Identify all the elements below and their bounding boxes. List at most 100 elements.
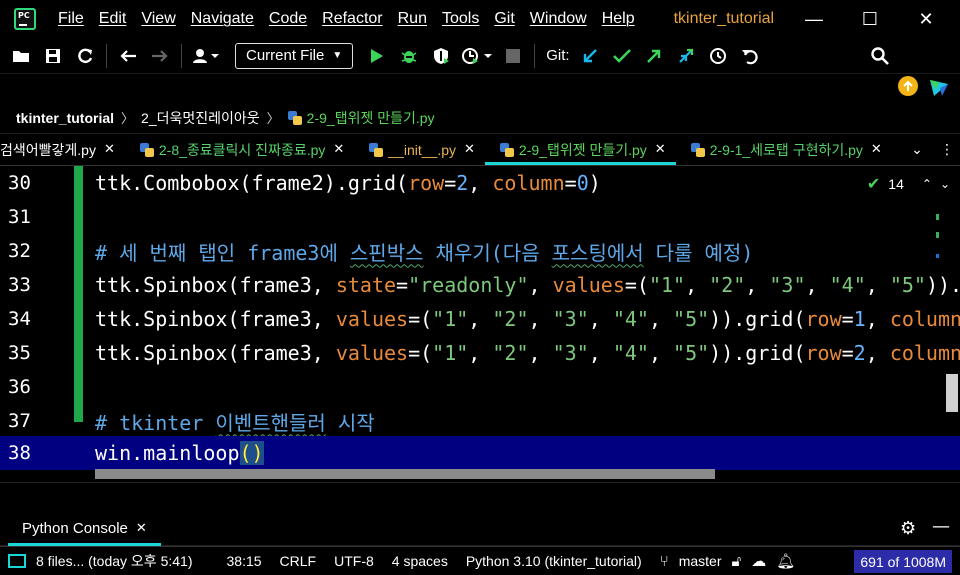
- status-caret-position[interactable]: 38:15: [227, 553, 262, 569]
- tab-label: __init__.py: [388, 141, 457, 158]
- menu-file[interactable]: File: [58, 10, 84, 28]
- lock-icon[interactable]: 🔓︎: [732, 552, 742, 570]
- minimize-button[interactable]: —: [800, 6, 828, 32]
- code-text: # tkinter 이벤트핸들러 시작: [95, 410, 375, 435]
- code-text: win.mainloop(): [95, 441, 264, 465]
- close-window-button[interactable]: ✕: [912, 6, 940, 32]
- menu-help[interactable]: Help: [602, 10, 635, 28]
- status-line-separator[interactable]: CRLF: [280, 553, 317, 569]
- user-icon[interactable]: [192, 45, 222, 67]
- horizontal-scrollbar[interactable]: [95, 469, 715, 479]
- tab-2-8[interactable]: 2-8_종료클릭시 진짜종료.py ✕: [125, 134, 354, 165]
- title-bar: File Edit View Navigate Code Refactor Ru…: [0, 0, 960, 38]
- status-git-branch[interactable]: master: [679, 553, 722, 569]
- menu-view[interactable]: View: [141, 10, 175, 28]
- python-file-icon: [499, 142, 515, 158]
- code-line-current: 38 win.mainloop(): [0, 436, 960, 470]
- toolbar-divider: [106, 43, 107, 68]
- code-line: 36: [0, 370, 960, 404]
- run-configuration-dropdown[interactable]: Current File ▼: [235, 42, 354, 69]
- coverage-icon[interactable]: [430, 45, 452, 67]
- menu-code[interactable]: Code: [269, 10, 307, 28]
- open-folder-icon[interactable]: [10, 45, 32, 67]
- code-text: ttk.Spinbox(frame3, state="readonly", va…: [95, 273, 960, 297]
- tool-window-header: Python Console ✕ ⚙ —: [0, 510, 960, 546]
- close-icon[interactable]: ✕: [655, 142, 666, 157]
- line-number: 35: [8, 342, 31, 364]
- line-number: 36: [8, 376, 31, 398]
- tab-search-red[interactable]: 검색어빨갛게.py ✕: [0, 134, 125, 165]
- line-number: 37: [8, 410, 31, 432]
- notification-bell-icon[interactable]: 🔔︎: [776, 552, 795, 570]
- breadcrumb-file[interactable]: 2-9_탭위젯 만들기.py: [307, 108, 435, 128]
- debug-icon[interactable]: [398, 45, 420, 67]
- line-number: 38: [8, 442, 31, 464]
- tab-python-console[interactable]: Python Console ✕: [8, 510, 161, 546]
- save-icon[interactable]: [42, 45, 64, 67]
- back-arrow-icon[interactable]: [117, 45, 139, 67]
- status-bar: 8 files... (today 오후 5:41) 38:15 CRLF UT…: [0, 546, 960, 575]
- status-indent[interactable]: 4 spaces: [392, 553, 448, 569]
- cloud-icon[interactable]: ☁: [751, 552, 766, 570]
- pycharm-logo-icon[interactable]: [14, 8, 36, 30]
- close-icon[interactable]: ✕: [871, 142, 882, 157]
- code-text: ttk.Spinbox(frame3, values=("1", "2", "3…: [95, 341, 960, 365]
- gear-icon[interactable]: ⚙: [900, 518, 916, 539]
- minimize-panel-icon[interactable]: —: [932, 516, 950, 537]
- panel-splitter[interactable]: [0, 482, 960, 510]
- memory-indicator[interactable]: 691 of 1008M: [854, 550, 952, 573]
- line-number: 33: [8, 274, 31, 296]
- history-icon[interactable]: [707, 45, 729, 67]
- code-line: 30 ttk.Combobox(frame2).grid(row=2, colu…: [0, 166, 960, 200]
- breadcrumb: tkinter_tutorial 〉 2_더욱멋진레이아웃 〉 2-9_탭위젯 …: [0, 102, 960, 134]
- line-number: 34: [8, 308, 31, 330]
- run-icon[interactable]: [366, 45, 388, 67]
- close-icon[interactable]: ✕: [464, 142, 475, 157]
- update-available-icon[interactable]: [898, 76, 918, 96]
- change-marker: [936, 232, 939, 238]
- line-number: 32: [8, 240, 31, 262]
- forward-arrow-icon[interactable]: [149, 45, 171, 67]
- tab-label: 2-8_종료클릭시 진짜종료.py: [158, 141, 326, 158]
- close-icon[interactable]: ✕: [136, 521, 147, 536]
- git-update-icon[interactable]: [579, 45, 601, 67]
- menu-refactor[interactable]: Refactor: [322, 10, 382, 28]
- tool-window-toggle-icon[interactable]: [8, 554, 26, 568]
- close-icon[interactable]: ✕: [333, 142, 344, 157]
- more-options-icon[interactable]: ⋮: [934, 142, 960, 158]
- git-push-icon[interactable]: [643, 45, 665, 67]
- git-commit-icon[interactable]: [611, 45, 633, 67]
- menu-tools[interactable]: Tools: [442, 10, 479, 28]
- tab-2-9-active[interactable]: 2-9_탭위젯 만들기.py ✕: [484, 134, 676, 165]
- menu-navigate[interactable]: Navigate: [191, 10, 254, 28]
- git-branch-icon: ⑂: [659, 552, 669, 570]
- status-files[interactable]: 8 files... (today 오후 5:41): [36, 551, 193, 571]
- vertical-scrollbar[interactable]: [946, 374, 958, 412]
- tab-init[interactable]: __init__.py ✕: [354, 134, 485, 165]
- sync-icon[interactable]: [74, 45, 96, 67]
- code-editor[interactable]: ✔ 14 ⌃ ⌄ 30 ttk.Combobox(frame2).grid(ro…: [0, 166, 960, 482]
- line-number: 31: [8, 206, 31, 228]
- profile-icon[interactable]: [462, 45, 493, 67]
- tab-2-9-1[interactable]: 2-9-1_세로탭 구현하기.py ✕: [676, 134, 892, 165]
- menu-window[interactable]: Window: [530, 10, 587, 28]
- chevron-down-icon: ▼: [332, 50, 343, 61]
- git-merge-icon[interactable]: [675, 45, 697, 67]
- toolbar-divider: [534, 43, 536, 68]
- close-icon[interactable]: ✕: [104, 142, 115, 157]
- rollback-icon[interactable]: [739, 45, 761, 67]
- toolbox-icon[interactable]: [928, 76, 948, 96]
- chevron-down-icon[interactable]: ⌄: [900, 142, 934, 158]
- menu-run[interactable]: Run: [398, 10, 427, 28]
- search-icon[interactable]: [869, 45, 891, 67]
- menu-edit[interactable]: Edit: [99, 10, 127, 28]
- maximize-button[interactable]: ☐: [856, 6, 884, 32]
- menu-git[interactable]: Git: [494, 10, 514, 28]
- breadcrumb-project[interactable]: tkinter_tutorial: [16, 110, 114, 126]
- project-title: tkinter_tutorial: [673, 10, 775, 27]
- breadcrumb-folder[interactable]: 2_더욱멋진레이아웃: [141, 108, 260, 128]
- stop-icon[interactable]: [502, 45, 524, 67]
- status-encoding[interactable]: UTF-8: [334, 553, 374, 569]
- tab-label: 2-9_탭위젯 만들기.py: [518, 141, 647, 158]
- status-interpreter[interactable]: Python 3.10 (tkinter_tutorial): [466, 553, 642, 569]
